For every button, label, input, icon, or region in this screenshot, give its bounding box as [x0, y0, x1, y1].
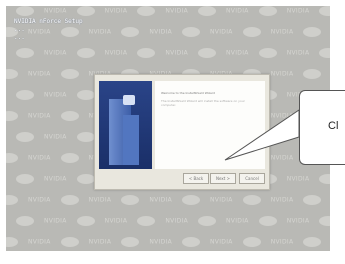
callout-pointer [224, 109, 300, 161]
callout-label: Cl [328, 120, 339, 132]
callout-pointer-shape [224, 109, 300, 161]
photo-frame: NVIDIA NVIDIA NVIDIA NVIDIA NVIDIA NVIDIA NVID… [0, 0, 345, 264]
